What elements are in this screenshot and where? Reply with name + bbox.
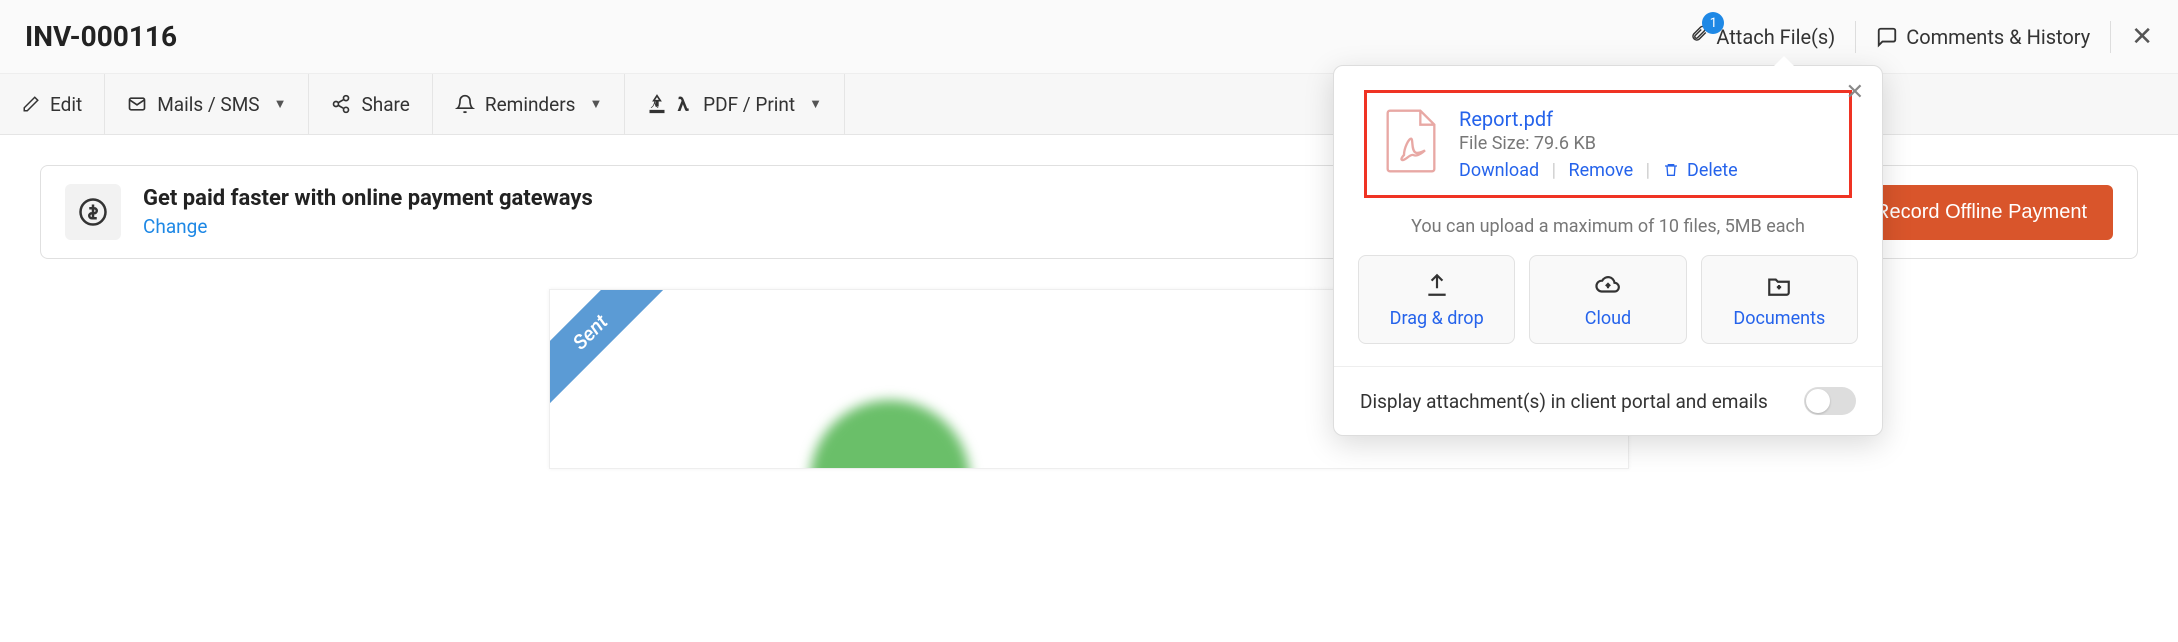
attach-label: Attach File(s) xyxy=(1716,25,1835,49)
trash-icon xyxy=(1663,160,1683,181)
upload-hint: You can upload a maximum of 10 files, 5M… xyxy=(1354,216,1862,237)
pdf-file-icon xyxy=(1383,107,1439,175)
delete-link[interactable]: Delete xyxy=(1687,160,1738,181)
chevron-down-icon: ▼ xyxy=(809,96,822,112)
share-label: Share xyxy=(361,93,409,116)
drag-drop-label: Drag & drop xyxy=(1390,308,1484,329)
record-offline-payment-button[interactable]: Record Offline Payment xyxy=(1849,185,2113,240)
sent-ribbon: Sent xyxy=(549,289,669,411)
portal-toggle-label: Display attachment(s) in client portal a… xyxy=(1360,390,1768,413)
dollar-icon xyxy=(65,184,121,240)
download-link[interactable]: Download xyxy=(1459,160,1539,181)
svg-text:人: 人 xyxy=(651,100,660,110)
documents-card[interactable]: Documents xyxy=(1701,255,1858,344)
attached-file-row: Report.pdf File Size: 79.6 KB Download |… xyxy=(1364,90,1852,198)
comments-label: Comments & History xyxy=(1906,25,2090,49)
chevron-down-icon: ▼ xyxy=(274,96,287,112)
paperclip-icon: 1 xyxy=(1690,22,1716,51)
change-link[interactable]: Change xyxy=(143,215,207,238)
cloud-label: Cloud xyxy=(1585,308,1631,329)
edit-button[interactable]: Edit xyxy=(0,74,105,134)
remove-link[interactable]: Remove xyxy=(1568,160,1633,181)
lambda-icon: 𝛌 xyxy=(677,92,689,116)
share-button[interactable]: Share xyxy=(309,74,432,134)
pdf-icon: 人 xyxy=(647,94,667,114)
header-actions: 1 Attach File(s) Comments & History ✕ xyxy=(1670,21,2153,53)
documents-label: Documents xyxy=(1733,308,1825,329)
separator: | xyxy=(1646,160,1650,181)
attach-files-popover: ✕ Report.pdf File Size: 79.6 KB Download… xyxy=(1333,65,1883,436)
pdf-label: PDF / Print xyxy=(703,93,795,116)
mails-sms-button[interactable]: Mails / SMS ▼ xyxy=(105,74,309,134)
drag-drop-card[interactable]: Drag & drop xyxy=(1358,255,1515,344)
attach-files-button[interactable]: 1 Attach File(s) xyxy=(1670,21,1856,53)
popover-close-icon[interactable]: ✕ xyxy=(1846,80,1864,105)
reminders-button[interactable]: Reminders ▼ xyxy=(433,74,625,134)
pdf-print-button[interactable]: 人 𝛌 PDF / Print ▼ xyxy=(625,74,845,134)
bell-icon xyxy=(455,94,475,114)
comment-icon xyxy=(1876,26,1898,48)
file-size: File Size: 79.6 KB xyxy=(1459,133,1833,154)
chevron-down-icon: ▼ xyxy=(589,96,602,112)
upload-icon xyxy=(1424,272,1450,298)
mail-icon xyxy=(127,94,147,114)
invoice-title: INV-000116 xyxy=(25,20,177,53)
portal-toggle[interactable] xyxy=(1804,387,1856,415)
comments-history-button[interactable]: Comments & History xyxy=(1856,21,2111,53)
separator: | xyxy=(1552,160,1556,181)
cloud-icon xyxy=(1595,272,1621,298)
share-icon xyxy=(331,94,351,114)
cloud-card[interactable]: Cloud xyxy=(1529,255,1686,344)
file-name[interactable]: Report.pdf xyxy=(1459,107,1833,131)
reminders-label: Reminders xyxy=(485,93,576,116)
mails-label: Mails / SMS xyxy=(157,93,259,116)
edit-label: Edit xyxy=(50,93,82,116)
pencil-icon xyxy=(22,95,40,113)
folder-plus-icon xyxy=(1766,272,1792,298)
close-icon[interactable]: ✕ xyxy=(2111,22,2153,52)
logo-placeholder xyxy=(810,400,970,469)
